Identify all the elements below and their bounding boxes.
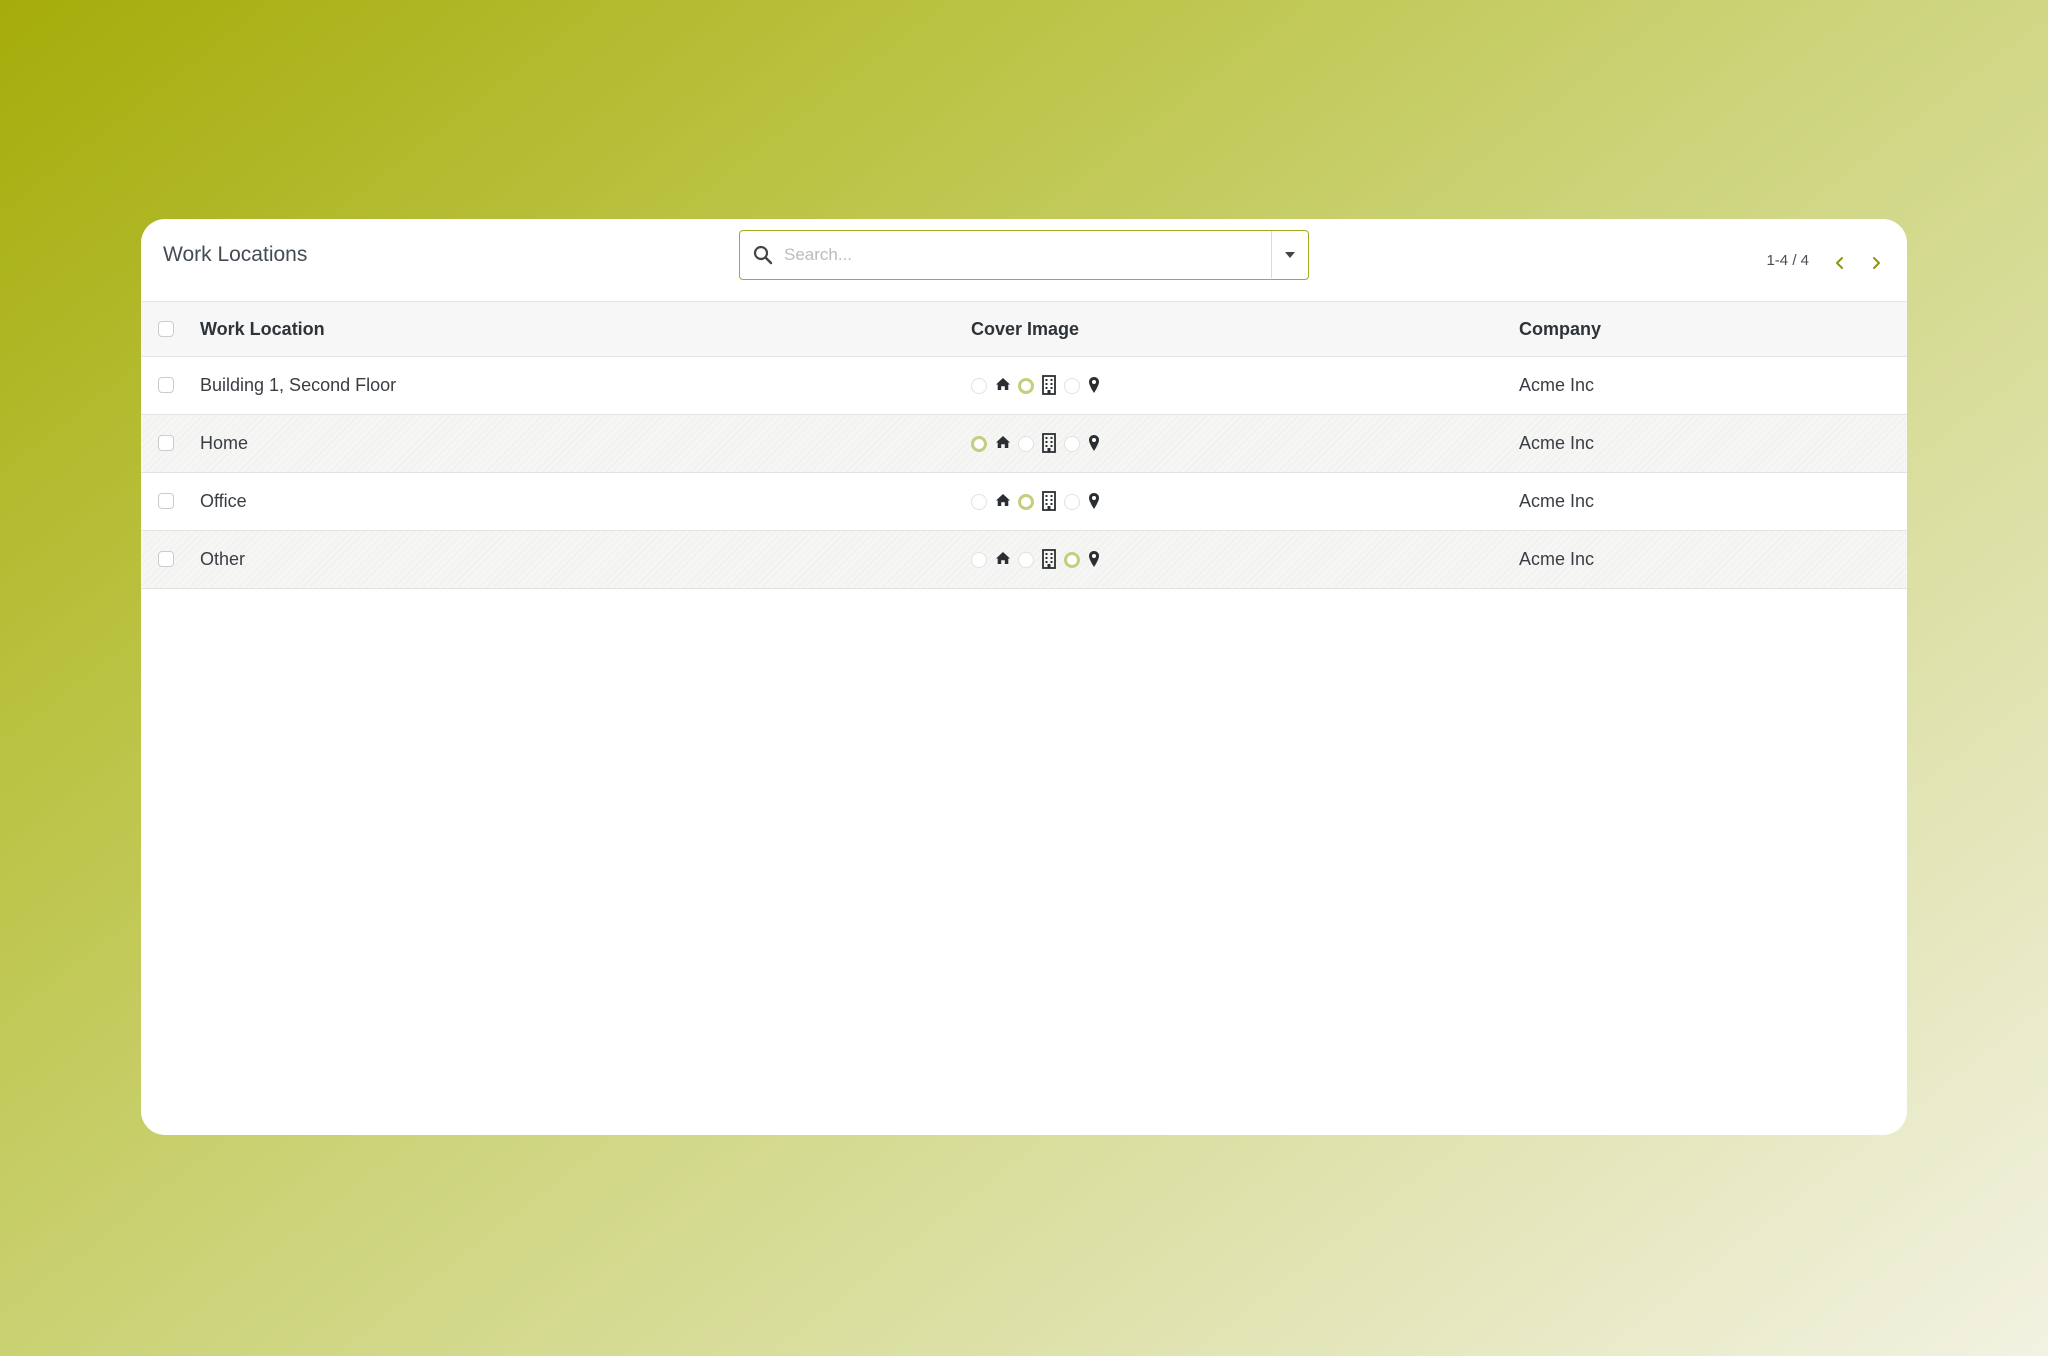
control-panel: Work Locations 1-4 / 4 (141, 219, 1907, 301)
building-icon (1042, 549, 1056, 574)
cover-image-radio-group (971, 549, 1121, 573)
work-location-name: Other (200, 549, 246, 569)
column-header-work-location[interactable]: Work Location (200, 319, 325, 340)
radio-office[interactable] (1018, 378, 1034, 394)
row-checkbox[interactable] (158, 435, 174, 451)
table-row[interactable]: Office Acme Inc (141, 473, 1907, 531)
chevron-right-icon[interactable] (1865, 252, 1887, 274)
cover-image-radio-group (971, 433, 1121, 457)
company-name: Acme Inc (1519, 433, 1595, 453)
table-row[interactable]: Other Acme Inc (141, 531, 1907, 589)
radio-office[interactable] (1018, 494, 1034, 510)
row-checkbox[interactable] (158, 377, 174, 393)
search-icon (753, 245, 773, 265)
work-location-name: Home (200, 433, 249, 453)
radio-home[interactable] (971, 378, 987, 394)
radio-office[interactable] (1018, 552, 1034, 568)
column-header-company[interactable]: Company (1519, 319, 1601, 340)
map-marker-icon (1088, 376, 1100, 399)
radio-home[interactable] (971, 436, 987, 452)
radio-other[interactable] (1064, 494, 1080, 510)
company-name: Acme Inc (1519, 549, 1595, 569)
home-icon (995, 376, 1011, 397)
pager: 1-4 / 4 (1707, 252, 1907, 276)
work-locations-panel: Work Locations 1-4 / 4 Work (141, 219, 1907, 1135)
radio-home[interactable] (971, 494, 987, 510)
cover-image-radio-group (971, 375, 1121, 399)
search-options-toggle[interactable] (1271, 231, 1308, 278)
search-input[interactable] (784, 240, 1244, 270)
search-box[interactable] (739, 230, 1309, 280)
radio-other[interactable] (1064, 436, 1080, 452)
table-row[interactable]: Home Acme Inc (141, 415, 1907, 473)
radio-other[interactable] (1064, 552, 1080, 568)
map-marker-icon (1088, 550, 1100, 573)
row-checkbox[interactable] (158, 551, 174, 567)
building-icon (1042, 491, 1056, 516)
building-icon (1042, 433, 1056, 458)
map-marker-icon (1088, 492, 1100, 515)
pager-value[interactable]: 1-4 / 4 (1766, 252, 1809, 269)
radio-home[interactable] (971, 552, 987, 568)
cover-image-radio-group (971, 491, 1121, 515)
home-icon (995, 492, 1011, 513)
building-icon (1042, 375, 1056, 400)
work-location-name: Office (200, 491, 247, 511)
chevron-left-icon[interactable] (1829, 252, 1851, 274)
page-title: Work Locations (163, 243, 308, 266)
radio-office[interactable] (1018, 436, 1034, 452)
company-name: Acme Inc (1519, 491, 1595, 511)
home-icon (995, 434, 1011, 455)
radio-other[interactable] (1064, 378, 1080, 394)
company-name: Acme Inc (1519, 375, 1595, 395)
home-icon (995, 550, 1011, 571)
work-location-name: Building 1, Second Floor (200, 375, 397, 395)
column-header-cover-image[interactable]: Cover Image (971, 319, 1079, 340)
caret-down-icon (1285, 251, 1295, 258)
table-header: Work Location Cover Image Company (141, 301, 1907, 357)
select-all-checkbox[interactable] (158, 321, 174, 337)
row-checkbox[interactable] (158, 493, 174, 509)
table-row[interactable]: Building 1, Second Floor Acme Inc (141, 357, 1907, 415)
map-marker-icon (1088, 434, 1100, 457)
